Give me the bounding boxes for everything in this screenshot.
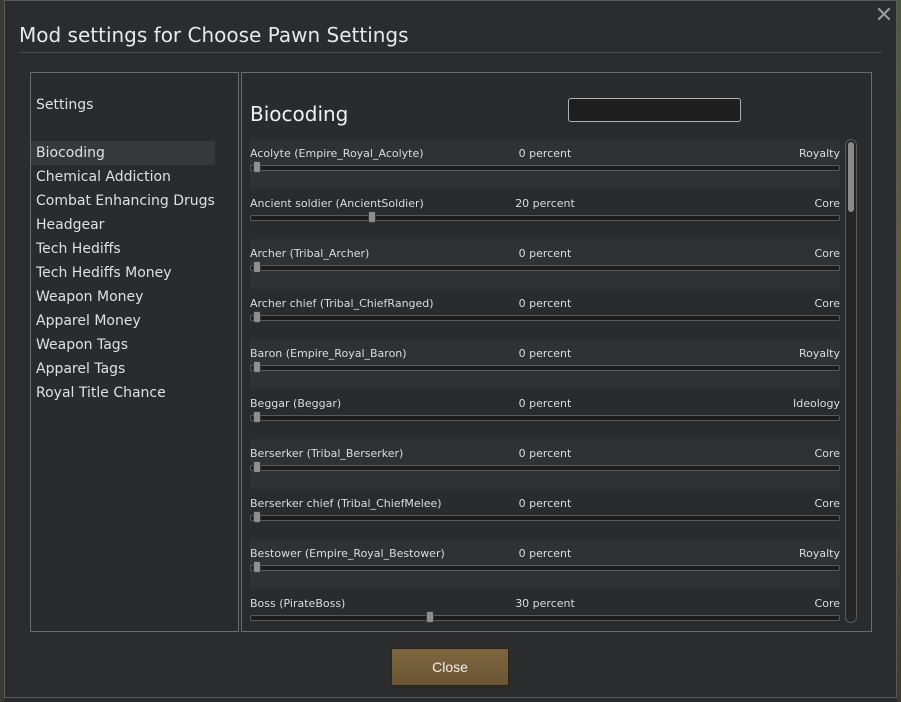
source-mod-label: Ideology (792, 397, 840, 410)
mod-settings-window: ✕ Mod settings for Choose Pawn Settings … (4, 0, 897, 698)
settings-category-panel: Settings Biocoding Chemical Addiction Comb… (30, 72, 239, 632)
setting-row: 0 percent Acolyte (Empire_Royal_Acolyte) R… (250, 139, 840, 189)
slider-handle[interactable] (253, 311, 261, 323)
pawn-kind-label: Boss (PirateBoss) (250, 597, 346, 610)
category-list: Biocoding Chemical Addiction Combat Enhanc… (31, 141, 215, 405)
slider-handle[interactable] (253, 561, 261, 573)
category-item[interactable]: Tech Hediffs Money (31, 261, 215, 285)
pawn-kind-label: Acolyte (Empire_Royal_Acolyte) (250, 147, 424, 160)
percent-slider[interactable] (250, 561, 840, 573)
pawn-kind-label: Berserker (Tribal_Berserker) (250, 447, 404, 460)
window-title: Mod settings for Choose Pawn Settings (19, 23, 409, 47)
setting-row: 0 percent Beggar (Beggar) Ideology (250, 389, 840, 439)
category-item[interactable]: Weapon Money (31, 285, 215, 309)
setting-row: 0 percent Archer (Tribal_Archer) Core (250, 239, 840, 289)
source-mod-label: Core (814, 447, 840, 460)
category-item[interactable]: Combat Enhancing Drugs (31, 189, 215, 213)
percent-slider[interactable] (250, 211, 840, 223)
pawn-setting-list: 0 percent Acolyte (Empire_Royal_Acolyte) R… (250, 139, 840, 623)
category-item[interactable]: Apparel Tags (31, 357, 215, 381)
setting-row: 0 percent Archer chief (Tribal_ChiefRange… (250, 289, 840, 339)
slider-handle[interactable] (253, 261, 261, 273)
source-mod-label: Core (814, 597, 840, 610)
source-mod-label: Core (814, 197, 840, 210)
percent-slider[interactable] (250, 361, 840, 373)
slider-handle[interactable] (253, 361, 261, 373)
background-world-right (897, 0, 901, 702)
slider-handle[interactable] (253, 161, 261, 173)
setting-row: 0 percent Baron (Empire_Royal_Baron) Royal… (250, 339, 840, 389)
source-mod-label: Royalty (798, 547, 840, 560)
source-mod-label: Royalty (798, 147, 840, 160)
setting-row: 30 percent Boss (PirateBoss) Core (250, 589, 840, 623)
pawn-kind-label: Berserker chief (Tribal_ChiefMelee) (250, 497, 442, 510)
source-mod-label: Royalty (798, 347, 840, 360)
settings-content-panel: Biocoding 0 percent Acolyte (Empire_Royal… (241, 72, 872, 632)
source-mod-label: Core (814, 297, 840, 310)
pawn-kind-label: Archer chief (Tribal_ChiefRanged) (250, 297, 434, 310)
scrollbar[interactable] (845, 139, 857, 623)
slider-handle[interactable] (253, 461, 261, 473)
pawn-kind-label: Archer (Tribal_Archer) (250, 247, 370, 260)
section-title: Biocoding (250, 102, 349, 126)
scrollbar-thumb[interactable] (848, 142, 854, 212)
close-icon[interactable]: ✕ (872, 5, 896, 29)
source-mod-label: Core (814, 497, 840, 510)
pawn-kind-label: Baron (Empire_Royal_Baron) (250, 347, 407, 360)
percent-slider[interactable] (250, 461, 840, 473)
category-item[interactable]: Apparel Money (31, 309, 215, 333)
search-input[interactable] (568, 98, 741, 122)
slider-handle[interactable] (253, 411, 261, 423)
percent-slider[interactable] (250, 161, 840, 173)
category-item[interactable]: Weapon Tags (31, 333, 215, 357)
setting-row: 0 percent Berserker chief (Tribal_ChiefMe… (250, 489, 840, 539)
pawn-kind-label: Beggar (Beggar) (250, 397, 342, 410)
close-button[interactable]: Close (391, 648, 509, 686)
settings-header: Settings (36, 97, 94, 113)
percent-slider[interactable] (250, 311, 840, 323)
slider-handle[interactable] (425, 611, 434, 623)
source-mod-label: Core (814, 247, 840, 260)
percent-slider[interactable] (250, 261, 840, 273)
percent-slider[interactable] (250, 411, 840, 423)
percent-slider[interactable] (250, 511, 840, 523)
category-item[interactable]: Royal Title Chance (31, 381, 215, 405)
percent-slider[interactable] (250, 611, 840, 623)
category-item[interactable]: Tech Hediffs (31, 237, 215, 261)
pawn-kind-label: Bestower (Empire_Royal_Bestower) (250, 547, 445, 560)
title-divider (19, 52, 882, 53)
pawn-kind-label: Ancient soldier (AncientSoldier) (250, 197, 424, 210)
category-item[interactable]: Chemical Addiction (31, 165, 215, 189)
slider-handle[interactable] (253, 511, 261, 523)
setting-row: 0 percent Berserker (Tribal_Berserker) Cor… (250, 439, 840, 489)
category-item[interactable]: Biocoding (31, 141, 215, 165)
setting-row: 0 percent Bestower (Empire_Royal_Bestower… (250, 539, 840, 589)
category-item[interactable]: Headgear (31, 213, 215, 237)
setting-row: 20 percent Ancient soldier (AncientSoldie… (250, 189, 840, 239)
slider-handle[interactable] (368, 211, 377, 223)
